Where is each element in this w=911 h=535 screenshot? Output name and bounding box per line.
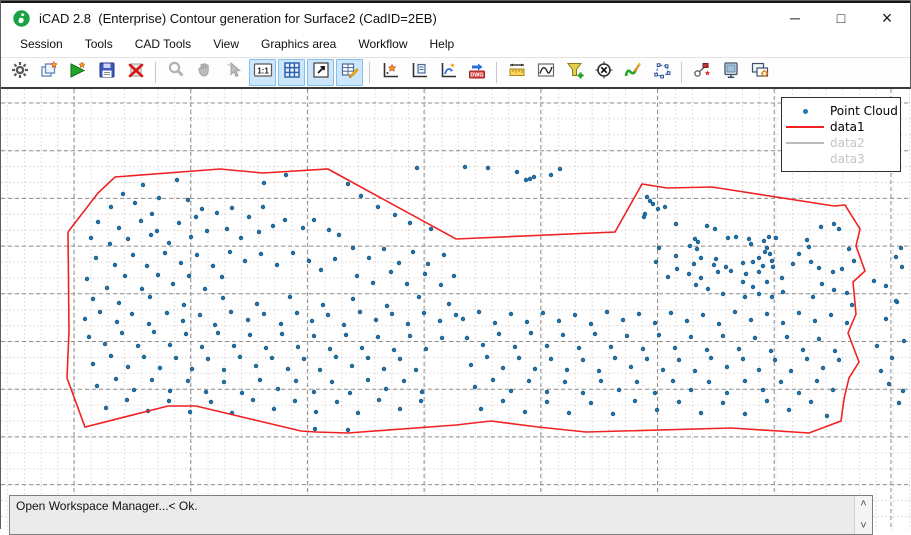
legend-item-data1: data1 [786,119,896,135]
monitor-button[interactable] [717,59,744,86]
icad-window: { "window": { "title": "iCAD 2.8 (Enterp… [0,0,911,535]
legend-dot-marker [786,108,824,114]
toolbar-separator [496,62,497,83]
curve-button[interactable] [532,59,559,86]
toolbar-separator [369,62,370,83]
legend-item-data2: data2 [786,135,896,151]
target-button[interactable] [590,59,617,86]
menu-bar: Session Tools CAD Tools View Graphics area Wo… [1,31,910,58]
zoom-icon [166,60,186,85]
grid-button[interactable] [278,59,305,86]
table-edit-icon [340,60,360,85]
plot-page-button[interactable] [405,59,432,86]
menu-graphics-area[interactable]: Graphics area [250,33,347,55]
save-icon [97,60,117,85]
menu-view[interactable]: View [202,33,250,55]
menu-cad-tools[interactable]: CAD Tools [124,33,202,55]
one-to-one-icon: 1:1 [253,60,273,85]
screen-settings-icon [750,60,770,85]
new-session-icon [39,60,59,85]
run-icon [68,60,88,85]
fit-view-button[interactable] [307,59,334,86]
legend-item-point-cloud: Point Cloud [786,103,898,119]
pan-button [191,59,218,86]
plot-page-icon [409,60,429,85]
app-icon [13,9,30,27]
scroll-down-icon[interactable]: ˅ [860,521,866,532]
legend-label: data3 [830,152,865,166]
pan-icon [195,60,215,85]
legend-label: data2 [830,136,865,150]
dwg-export-icon: DWG [467,60,487,85]
zoom-button [162,59,189,86]
new-session-button[interactable] [35,59,62,86]
legend-label: data1 [830,120,865,134]
plot-wizard-button[interactable] [434,59,461,86]
legend-line-marker [786,142,824,144]
measure-icon [507,60,527,85]
svg-text:DWG: DWG [470,73,483,79]
delete-button[interactable] [122,59,149,86]
dwg-export-button[interactable]: DWG [463,59,490,86]
target-icon [594,60,614,85]
fit-view-icon [311,60,331,85]
menu-tools[interactable]: Tools [74,33,124,55]
minimize-button[interactable]: ─ [772,3,818,33]
title-bar: iCAD 2.8 (Enterprise) Contour generation… [1,1,910,33]
contour-line [66,168,866,434]
wand-button[interactable] [619,59,646,86]
plot-new-button[interactable] [376,59,403,86]
graphics-area[interactable]: Point Cloud data1 data2 data3 [1,89,911,530]
select-button [220,59,247,86]
gear-button[interactable] [6,59,33,86]
toolbar-separator [681,62,682,83]
screen-settings-button[interactable] [746,59,773,86]
window-title: iCAD 2.8 (Enterprise) Contour generation… [39,10,437,26]
plot-legend: Point Cloud data1 data2 data3 [781,97,901,172]
measure-button[interactable] [503,59,530,86]
gear-icon [10,60,30,85]
link-nodes-button[interactable] [688,59,715,86]
scroll-up-icon[interactable]: ˄ [860,499,866,510]
delete-icon [126,60,146,85]
plot-new-icon [380,60,400,85]
filter-icon [565,60,585,85]
polygon-button[interactable] [648,59,675,86]
menu-session[interactable]: Session [9,33,74,55]
legend-label: Point Cloud [830,104,898,118]
menu-help[interactable]: Help [418,33,465,55]
grid-icon [282,60,302,85]
table-edit-button[interactable] [336,59,363,86]
menu-workflow[interactable]: Workflow [347,33,418,55]
curve-icon [536,60,556,85]
monitor-icon [721,60,741,85]
link-nodes-icon [692,60,712,85]
wand-icon [623,60,643,85]
legend-item-data3: data3 [786,151,896,167]
status-scrollbar[interactable]: ˄ ˅ [854,496,872,534]
run-button[interactable] [64,59,91,86]
close-button[interactable]: × [864,3,910,33]
save-button[interactable] [93,59,120,86]
toolbar-separator [155,62,156,83]
legend-line-marker [786,126,824,128]
polygon-icon [652,60,672,85]
toolbar: 1:1 DWG [1,58,910,89]
plot-wizard-icon [438,60,458,85]
contour-plot [1,89,911,530]
svg-text:1:1: 1:1 [257,66,269,75]
select-icon [224,60,244,85]
status-message: Open Workspace Manager...< Ok. [16,499,198,513]
maximize-button[interactable]: □ [818,3,864,33]
status-bar: Open Workspace Manager...< Ok. ˄ ˅ [9,495,873,535]
window-controls: ─ □ × [772,3,910,33]
one-to-one-button[interactable]: 1:1 [249,59,276,86]
filter-button[interactable] [561,59,588,86]
